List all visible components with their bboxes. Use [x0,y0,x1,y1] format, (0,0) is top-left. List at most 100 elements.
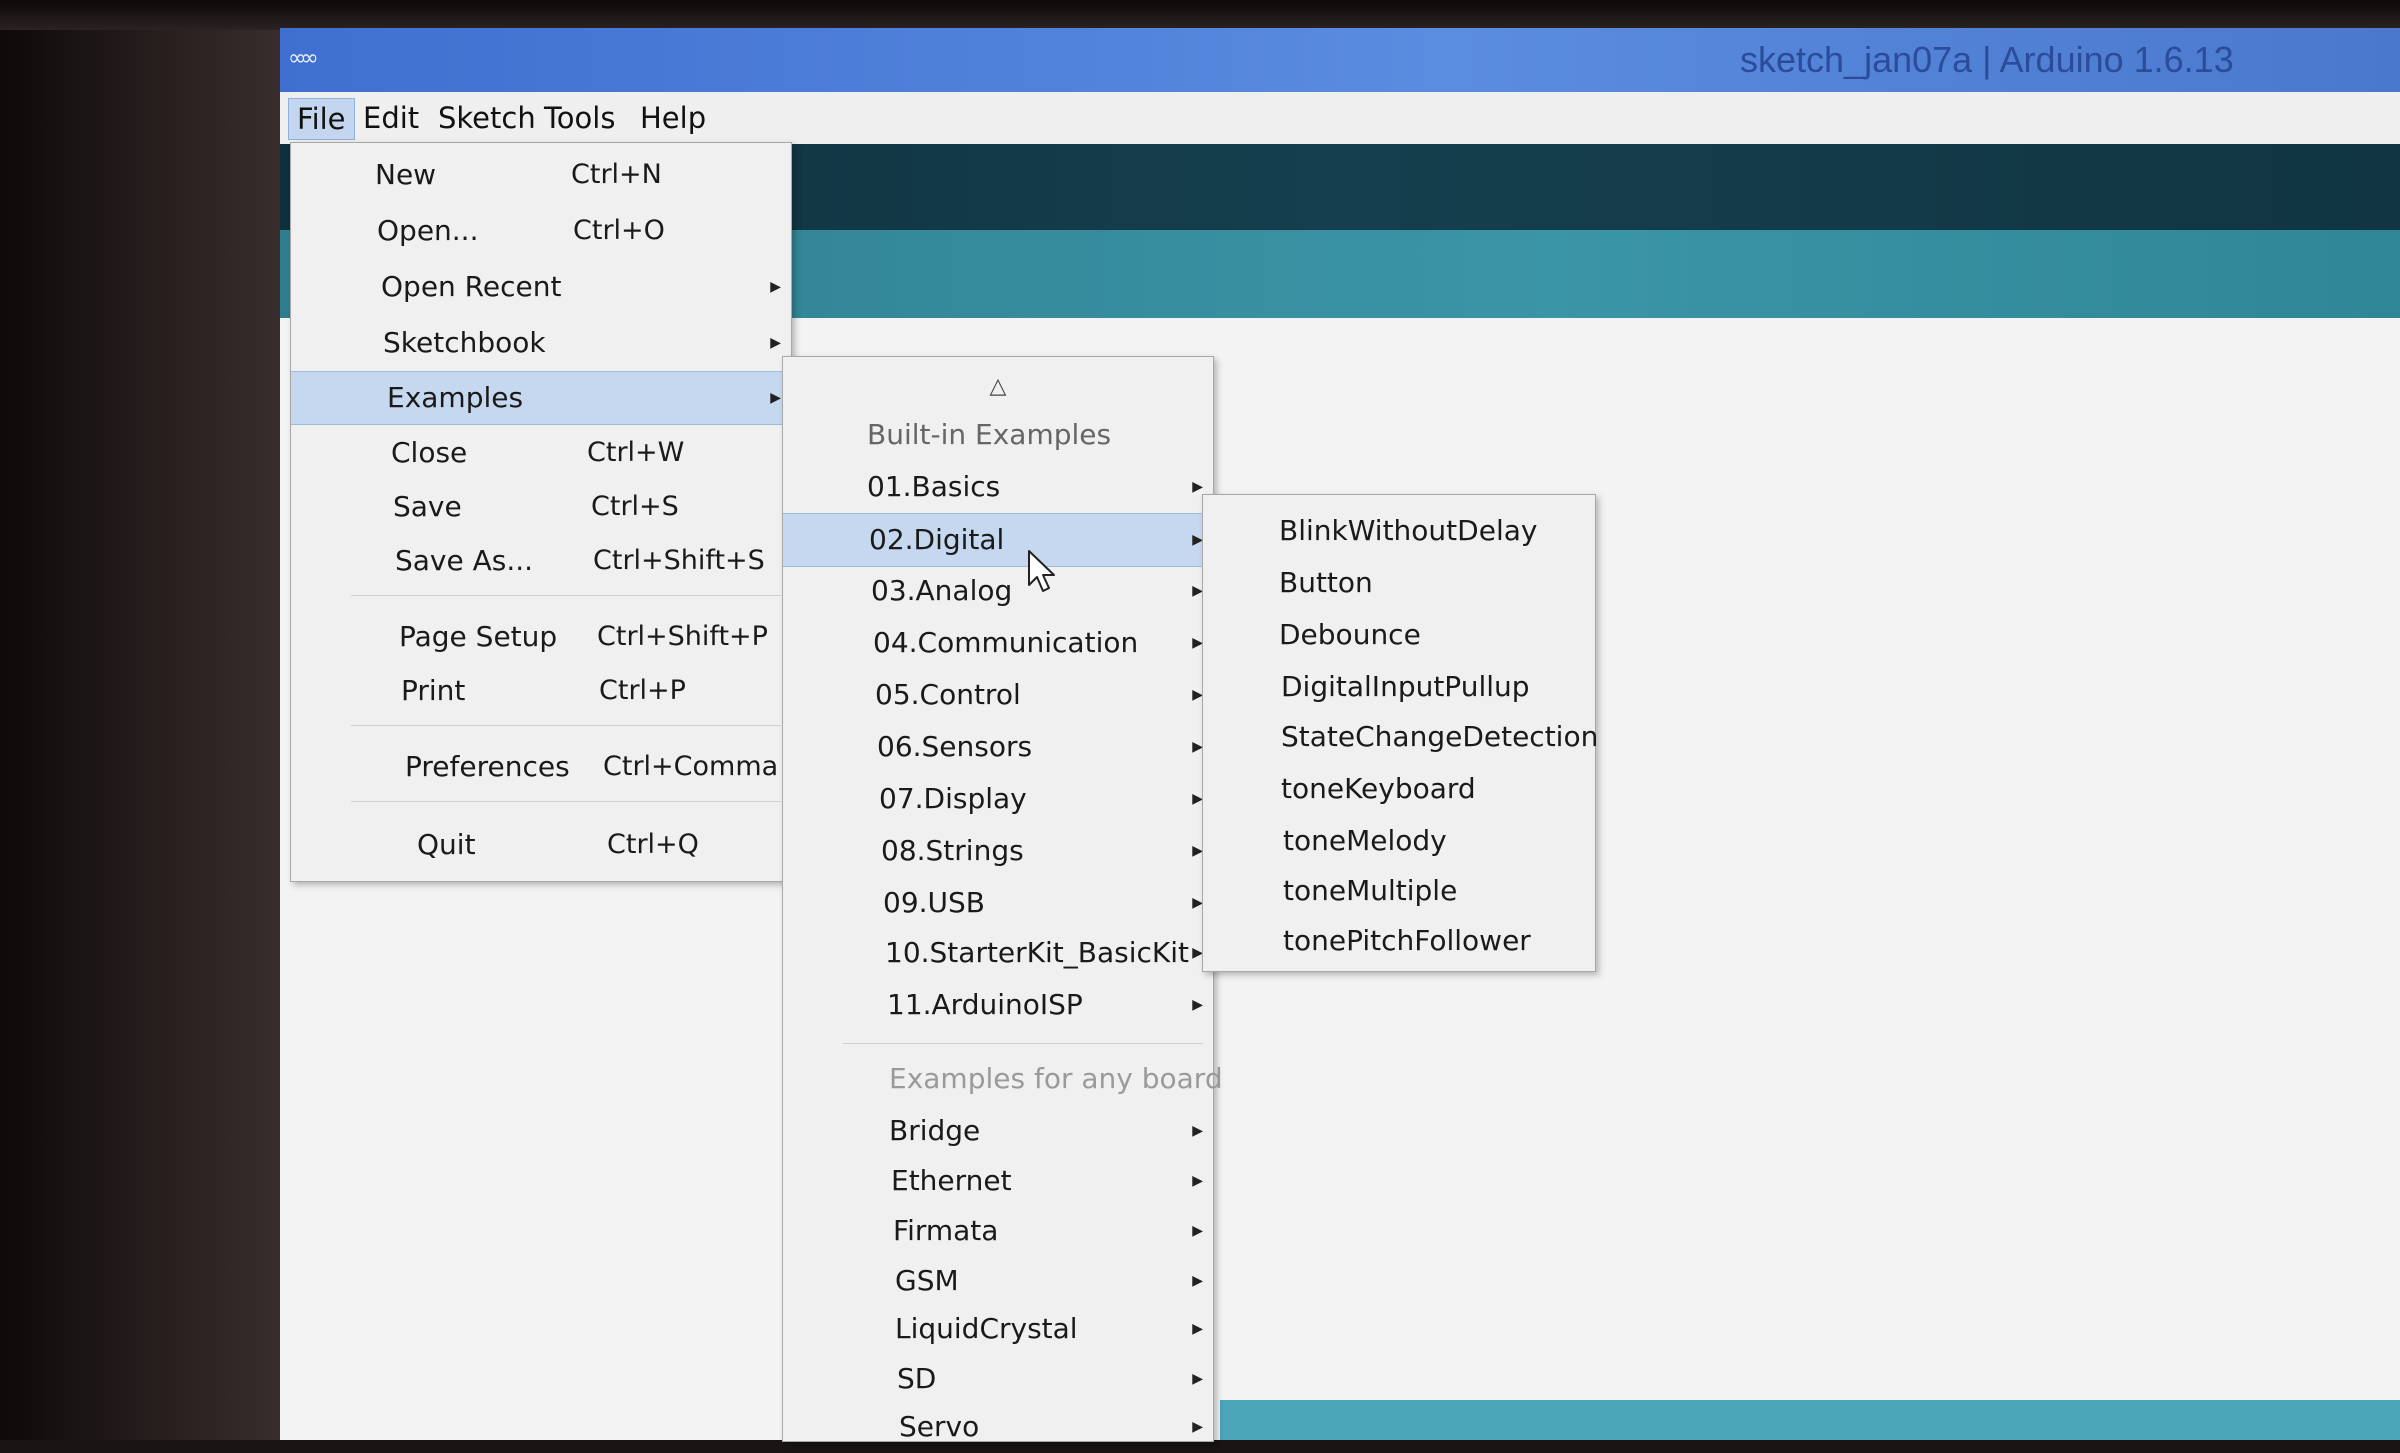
examples-header-anyboard: Examples for any board [783,1053,1223,1105]
menu-item-page-setup[interactable]: Page Setup Ctrl+Shift+P [291,611,791,663]
window-title: sketch_jan07a | Arduino 1.6.13 [1740,39,2234,80]
menu-item-sketchbook[interactable]: Sketchbook ▶ [291,317,791,369]
digital-item-button[interactable]: Button [1203,557,1595,609]
menu-item-label: Close [391,436,468,469]
digital-item-tonekeyboard[interactable]: toneKeyboard [1203,763,1595,815]
menu-help[interactable]: Help [632,98,714,138]
menu-item-label: 03.Analog [871,574,1013,607]
menu-item-quit[interactable]: Quit Ctrl+Q [291,819,791,871]
menu-item-label: Open... [377,214,479,247]
digital-item-tonemelody[interactable]: toneMelody [1203,815,1595,867]
submenu-arrow-icon: ▶ [1192,1419,1203,1435]
examples-item-09-usb[interactable]: 09.USB ▶ [783,877,1213,929]
menu-item-shortcut: Ctrl+Comma [603,751,779,782]
menu-item-label: Sketchbook [383,326,546,359]
menu-separator [843,1043,1203,1044]
menu-item-new[interactable]: New Ctrl+N [291,149,791,201]
menu-separator [351,725,781,726]
menu-tools[interactable]: Tools [536,98,623,138]
menu-item-label: 09.USB [883,886,986,919]
menu-item-label: 08.Strings [881,834,1024,867]
menu-item-preferences[interactable]: Preferences Ctrl+Comma [291,741,791,793]
menu-separator [351,595,781,596]
menu-item-label: Examples [387,381,524,414]
menu-item-print[interactable]: Print Ctrl+P [291,665,791,717]
title-bar[interactable]: ∞∞ sketch_jan07a | Arduino 1.6.13 [280,28,2400,92]
digital-item-statechangedetection[interactable]: StateChangeDetection [1203,711,1599,763]
submenu-arrow-icon: ▶ [1192,1223,1203,1239]
menu-item-label: Quit [417,828,476,861]
menu-item-label: LiquidCrystal [895,1312,1078,1345]
examples-item-05-control[interactable]: 05.Control ▶ [783,669,1213,721]
examples-item-gsm[interactable]: GSM ▶ [783,1255,1213,1307]
examples-item-ethernet[interactable]: Ethernet ▶ [783,1155,1213,1207]
menu-item-shortcut: Ctrl+Shift+P [597,621,768,652]
scroll-up-arrow-icon[interactable]: △ [783,367,1213,407]
examples-item-10-starterkit[interactable]: 10.StarterKit_BasicKit ▶ [783,927,1213,979]
menu-item-label: tonePitchFollower [1283,924,1531,957]
examples-item-01-basics[interactable]: 01.Basics ▶ [783,461,1213,513]
menu-item-label: Servo [899,1410,980,1443]
submenu-arrow-icon: ▶ [1192,1371,1203,1387]
examples-item-sd[interactable]: SD ▶ [783,1353,1213,1405]
examples-item-liquidcrystal[interactable]: LiquidCrystal ▶ [783,1303,1213,1355]
mouse-pointer-icon [1028,550,1055,592]
examples-item-07-display[interactable]: 07.Display ▶ [783,773,1213,825]
submenu-arrow-icon: ▶ [1192,1321,1203,1337]
section-header: Examples for any board [889,1062,1223,1095]
menu-sketch[interactable]: Sketch [430,98,544,138]
menu-item-label: Firmata [893,1214,999,1247]
file-menu: New Ctrl+N Open... Ctrl+O Open Recent ▶ … [290,142,792,882]
menu-item-shortcut: Ctrl+Shift+S [593,545,765,576]
examples-item-bridge[interactable]: Bridge ▶ [783,1105,1213,1157]
examples-item-02-digital[interactable]: 02.Digital ▶ [783,513,1213,567]
menu-item-label: Bridge [889,1114,981,1147]
menu-item-label: DigitalInputPullup [1281,670,1530,703]
monitor-bezel-top [0,0,2400,30]
menu-item-label: toneKeyboard [1281,772,1476,805]
menu-item-label: 11.ArduinoISP [887,988,1083,1021]
menu-item-label: Print [401,674,466,707]
menu-item-label: Page Setup [399,620,558,653]
menu-item-label: 01.Basics [867,470,1001,503]
menu-edit[interactable]: Edit [355,98,427,138]
submenu-arrow-icon: ▶ [770,335,781,351]
menu-item-shortcut: Ctrl+P [599,675,686,706]
menu-item-open-recent[interactable]: Open Recent ▶ [291,261,791,313]
examples-item-servo[interactable]: Servo ▶ [783,1401,1213,1453]
menu-bar: File Edit Sketch Tools Help [280,92,2400,145]
digital-item-debounce[interactable]: Debounce [1203,609,1595,661]
digital-item-tonemultiple[interactable]: toneMultiple [1203,865,1595,917]
section-header: Built-in Examples [867,418,1112,451]
menu-item-examples[interactable]: Examples ▶ [291,371,791,425]
examples-item-11-arduinoisp[interactable]: 11.ArduinoISP ▶ [783,979,1213,1031]
console-strip [1220,1400,2400,1440]
menu-item-close[interactable]: Close Ctrl+W [291,427,791,479]
digital-item-tonepitchfollower[interactable]: tonePitchFollower [1203,915,1595,967]
menu-file[interactable]: File [288,98,355,140]
menu-item-label: New [375,158,437,191]
submenu-arrow-icon: ▶ [1192,1123,1203,1139]
examples-item-firmata[interactable]: Firmata ▶ [783,1205,1213,1257]
menu-item-label: Open Recent [381,270,562,303]
submenu-arrow-icon: ▶ [1192,1273,1203,1289]
examples-item-06-sensors[interactable]: 06.Sensors ▶ [783,721,1213,773]
menu-item-save-as[interactable]: Save As... Ctrl+Shift+S [291,535,791,587]
menu-item-shortcut: Ctrl+W [587,437,685,468]
menu-item-open[interactable]: Open... Ctrl+O [291,205,791,257]
menu-item-save[interactable]: Save Ctrl+S [291,481,791,533]
examples-item-04-communication[interactable]: 04.Communication ▶ [783,617,1213,669]
examples-submenu: △ Built-in Examples 01.Basics ▶ 02.Digit… [782,356,1223,1443]
examples-item-03-analog[interactable]: 03.Analog ▶ [783,565,1213,617]
arduino-infinity-icon: ∞∞ [288,46,319,71]
menu-item-shortcut: Ctrl+N [571,159,662,190]
examples-item-08-strings[interactable]: 08.Strings ▶ [783,825,1213,877]
digital-item-blinkwithoutdelay[interactable]: BlinkWithoutDelay [1203,505,1595,557]
submenu-arrow-icon: ▶ [770,279,781,295]
menu-item-label: SD [897,1362,937,1395]
menu-item-label: Ethernet [891,1164,1012,1197]
digital-item-digitalinputpullup[interactable]: DigitalInputPullup [1203,661,1595,713]
menu-item-label: toneMelody [1283,824,1447,857]
menu-item-label: StateChangeDetection [1281,720,1599,753]
menu-item-shortcut: Ctrl+S [591,491,679,522]
